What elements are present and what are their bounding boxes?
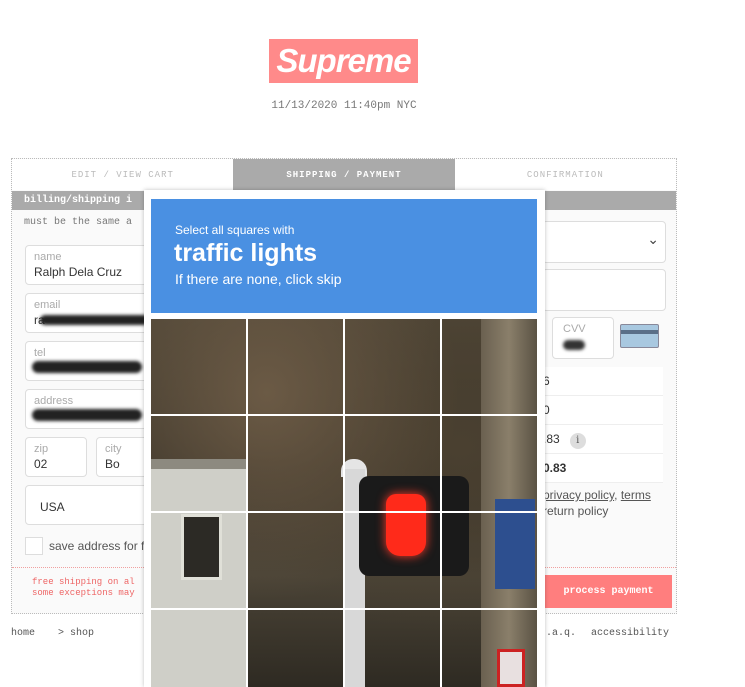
name-field[interactable]: name Ralph Dela Cruz <box>25 245 155 285</box>
summary-row-total: 0.83 <box>543 454 663 483</box>
captcha-tile[interactable] <box>151 416 246 511</box>
email-label: email <box>34 299 61 311</box>
captcha-tile[interactable] <box>442 610 537 687</box>
redaction-scribble <box>32 361 142 373</box>
footer-home-link[interactable]: home <box>11 628 35 639</box>
free-shipping-line-1: free shipping on al <box>32 577 135 587</box>
cvv-field[interactable]: CVV <box>552 317 614 359</box>
captcha-prompt-line3: If there are none, click skip <box>175 271 342 287</box>
free-shipping-line-2: some exceptions may <box>32 588 135 598</box>
footer-accessibility-link[interactable]: accessibility <box>591 628 669 639</box>
tel-label: tel <box>34 347 46 359</box>
summary-row-shipping: 0 <box>543 396 663 425</box>
city-value: Bo <box>105 457 120 471</box>
policy-links: privacy policy, terms return policy <box>543 487 651 519</box>
save-address-checkbox[interactable] <box>25 537 43 555</box>
summary-row-tax: .83 i <box>543 425 663 454</box>
tab-confirmation[interactable]: CONFIRMATION <box>454 159 676 190</box>
card-number-field[interactable] <box>542 269 666 311</box>
free-shipping-note: free shipping on al some exceptions may <box>32 577 135 599</box>
process-payment-button[interactable]: process payment <box>545 575 672 608</box>
address-field[interactable]: address <box>25 389 155 429</box>
info-icon[interactable]: i <box>569 433 586 449</box>
captcha-tile[interactable] <box>151 610 246 687</box>
footer-faq-link[interactable]: .a.q. <box>546 628 576 639</box>
captcha-tile[interactable] <box>248 513 343 608</box>
name-label: name <box>34 251 62 263</box>
captcha-tile[interactable] <box>345 416 440 511</box>
privacy-policy-link[interactable]: privacy policy <box>543 488 614 502</box>
captcha-header: Select all squares with traffic lights I… <box>151 199 537 313</box>
captcha-image-grid <box>151 319 537 687</box>
supreme-logo[interactable]: Supreme <box>269 39 418 83</box>
zip-field[interactable]: zip 02 <box>25 437 87 477</box>
credit-card-icon <box>620 324 659 348</box>
footer-shop-link[interactable]: > shop <box>58 628 94 639</box>
save-address-label: save address for f <box>49 539 145 553</box>
captcha-tile[interactable] <box>345 610 440 687</box>
captcha-tile[interactable] <box>442 416 537 511</box>
policy-separator: , <box>614 488 621 502</box>
captcha-prompt-line1: Select all squares with <box>175 223 295 237</box>
name-value: Ralph Dela Cruz <box>34 265 123 279</box>
terms-link[interactable]: terms <box>621 488 651 502</box>
country-select[interactable]: USA <box>25 485 155 525</box>
redaction-scribble <box>563 340 585 350</box>
summary-row-subtotal: 6 <box>543 367 663 396</box>
captcha-tile[interactable] <box>151 513 246 608</box>
email-field[interactable]: email ra <box>25 293 155 333</box>
captcha-tile[interactable] <box>248 319 343 414</box>
tel-field[interactable]: tel <box>25 341 155 381</box>
return-policy-link[interactable]: return policy <box>543 504 608 518</box>
captcha-tile[interactable] <box>151 319 246 414</box>
captcha-tile[interactable] <box>248 416 343 511</box>
captcha-tile[interactable] <box>248 610 343 687</box>
billing-note: must be the same a <box>24 217 133 228</box>
captcha-tile[interactable] <box>442 319 537 414</box>
country-value: USA <box>40 500 65 514</box>
summary-value: 0.83 <box>543 461 567 475</box>
timestamp: 11/13/2020 11:40pm NYC <box>271 100 417 112</box>
card-type-select[interactable]: ⌄ <box>542 221 666 263</box>
address-label: address <box>34 395 74 407</box>
captcha-tile[interactable] <box>345 319 440 414</box>
captcha-tile[interactable] <box>442 513 537 608</box>
zip-value: 02 <box>34 457 48 471</box>
captcha-tile[interactable] <box>345 513 440 608</box>
tab-edit-view-cart[interactable]: EDIT / VIEW CART <box>12 159 234 190</box>
cvv-label: CVV <box>563 323 586 335</box>
checkout-steps: EDIT / VIEW CART SHIPPING / PAYMENT CONF… <box>12 159 676 190</box>
redaction-scribble <box>32 409 142 421</box>
summary-value: .83 <box>543 432 560 446</box>
captcha-challenge: Select all squares with traffic lights I… <box>144 190 545 687</box>
zip-label: zip <box>34 443 49 455</box>
redaction-scribble <box>40 315 150 325</box>
chevron-down-icon: ⌄ <box>647 232 659 248</box>
tab-shipping-payment[interactable]: SHIPPING / PAYMENT <box>233 159 455 190</box>
city-label: city <box>105 443 122 455</box>
captcha-target: traffic lights <box>174 239 318 267</box>
